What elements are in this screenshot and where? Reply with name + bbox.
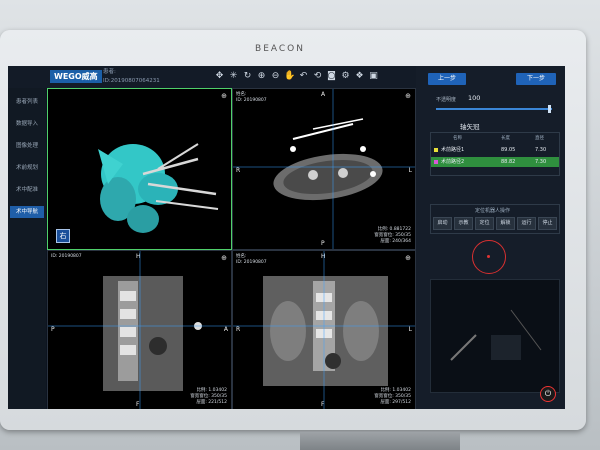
monitor-stand: [300, 432, 460, 450]
zoom-in-icon[interactable]: ⊕: [256, 70, 267, 82]
preview-image: [450, 309, 542, 361]
robot-unlock-button[interactable]: 解锁: [496, 217, 515, 230]
snapshot-icon[interactable]: ◙: [326, 70, 337, 82]
tool-strip: ✥ ✳ ↻ ⊕ ⊖ ✋ ↶ ⟲ ◙ ⚙ ❖ ▣: [214, 70, 379, 82]
robot-run-button[interactable]: 运行: [517, 217, 536, 230]
nav-item-data-import[interactable]: 数据导入: [10, 118, 44, 130]
opacity-value: 100: [468, 94, 481, 102]
nav-item-intraop-registration[interactable]: 术中配准: [10, 184, 44, 196]
vp-info: 比例: 1.03402 窗宽窗位: 350/35 层面: 297/512: [374, 388, 411, 405]
viewport-3d[interactable]: ⊕ 右: [47, 88, 232, 250]
robot-control-box: 定位机器人操作 启动 示教 定位 解锁 运行 停止: [430, 204, 560, 234]
undo-icon[interactable]: ↶: [298, 70, 309, 82]
nav-item-patient-list[interactable]: 患者列表: [10, 96, 44, 108]
opacity-label: 不透明度: [436, 97, 457, 103]
path-table: 名称 长度 直径 术前路径1 89.05 7.30 术前路径2 88.82 7.…: [430, 132, 560, 176]
next-step-button[interactable]: 下一步: [516, 73, 556, 85]
rotate-icon[interactable]: ↻: [242, 70, 253, 82]
window-icon[interactable]: ▣: [368, 70, 379, 82]
target-dot: [487, 255, 490, 258]
target-indicator: [472, 240, 506, 274]
nav-item-intraop-navigation[interactable]: 术中导航: [10, 206, 44, 218]
axial-slice: [233, 89, 415, 249]
zoom-out-icon[interactable]: ⊖: [270, 70, 281, 82]
table-row[interactable]: 术前路径1 89.05 7.30: [431, 145, 559, 155]
3d-render: [98, 143, 219, 233]
reset-icon[interactable]: ⟲: [312, 70, 323, 82]
opacity-slider[interactable]: [436, 108, 552, 110]
viewport-axial[interactable]: 姓名: ID: 20190807 ⊕ A R L P 比例: 0.881722 …: [232, 88, 416, 250]
path-color-swatch: [434, 148, 438, 152]
nav-item-image-processing[interactable]: 图像处理: [10, 140, 44, 152]
robot-stop-button[interactable]: 停止: [538, 217, 557, 230]
vp-info: 比例: 0.881722 窗宽窗位: 350/35 层面: 240/364: [374, 227, 411, 244]
layers-icon[interactable]: ❖: [354, 70, 365, 82]
left-nav: 患者列表 数据导入 图像处理 术前规划 术中配准 术中导航: [8, 88, 46, 409]
robot-teach-button[interactable]: 示教: [454, 217, 473, 230]
monitor-brand: BEACON: [255, 44, 305, 54]
col-header-length: 长度: [501, 136, 510, 141]
camera-preview: [430, 279, 560, 393]
patient-id: ID:20190807064231: [103, 78, 160, 84]
nav-item-preop-planning[interactable]: 术前规划: [10, 162, 44, 174]
power-icon[interactable]: ⏻: [540, 386, 556, 402]
section-title: 轴矢冠: [460, 123, 480, 131]
robot-start-button[interactable]: 启动: [433, 217, 452, 230]
col-header-name: 名称: [453, 136, 462, 141]
screen: WEGO威高 患者: ID:20190807064231 ✥ ✳ ↻ ⊕ ⊖ ✋…: [8, 66, 565, 409]
move-icon[interactable]: ✥: [214, 70, 225, 82]
table-row-selected[interactable]: 术前路径2 88.82 7.30: [431, 157, 559, 167]
path-color-swatch: [434, 160, 438, 164]
coronal-slice: [233, 251, 415, 409]
robot-title: 定位机器人操作: [475, 208, 511, 214]
col-header-diameter: 直径: [535, 136, 544, 141]
patient-info: 患者: ID:20190807064231: [103, 68, 160, 86]
app-logo: WEGO威高: [50, 70, 102, 83]
settings-icon[interactable]: ⚙: [340, 70, 351, 82]
opacity-slider-handle[interactable]: [548, 105, 551, 113]
viewport-coronal[interactable]: 姓名: ID: 20190807 ⊕ H R L F 比例: 1.03402 窗…: [232, 250, 416, 409]
viewport-sagittal[interactable]: ID: 20190807 ⊕ H P A F 比例: 1.03402 窗宽窗位:…: [47, 250, 232, 409]
robot-locate-button[interactable]: 定位: [475, 217, 494, 230]
sagittal-slice: [48, 251, 231, 409]
patient-label: 患者:: [103, 69, 116, 75]
vp-info: 比例: 1.03402 窗宽窗位: 350/35 层面: 221/512: [190, 388, 227, 405]
orientation-badge: 右: [56, 229, 70, 243]
pan-icon[interactable]: ✋: [284, 70, 295, 82]
crosshair-icon[interactable]: ✳: [228, 70, 239, 82]
right-panel: 上一步 下一步 不透明度 100 轴矢冠 名称 长度 直径 术前路径1 89.0…: [416, 66, 565, 409]
prev-step-button[interactable]: 上一步: [428, 73, 466, 85]
